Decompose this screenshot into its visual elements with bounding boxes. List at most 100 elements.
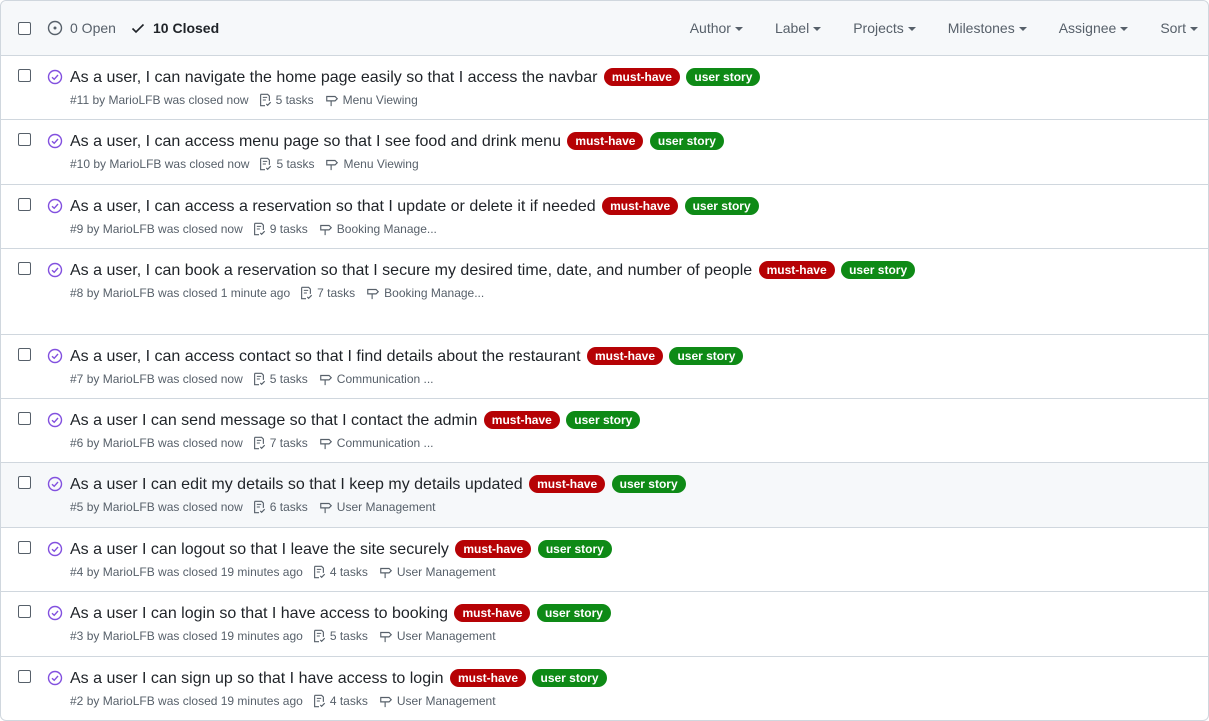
issue-row[interactable]: As a user, I can access menu page so tha… — [1, 120, 1208, 185]
issue-row[interactable]: As a user I can logout so that I leave t… — [1, 528, 1208, 592]
tasklist-icon — [313, 694, 325, 708]
label-user-story[interactable]: user story — [537, 540, 612, 558]
milestone-link[interactable]: Menu Viewing — [325, 157, 419, 171]
label-user-story[interactable]: user story — [686, 68, 761, 86]
check-icon — [131, 23, 145, 34]
issue-title-link[interactable]: As a user, I can access menu page so tha… — [70, 133, 561, 150]
issue-title-link[interactable]: As a user, I can book a reservation so t… — [70, 262, 752, 279]
label-filter[interactable]: Label — [775, 20, 822, 36]
issue-row[interactable]: As a user, I can navigate the home page … — [1, 56, 1208, 120]
issue-row[interactable]: As a user I can edit my details so that … — [1, 463, 1208, 528]
issue-checkbox[interactable] — [18, 198, 31, 211]
task-count: 5 tasks — [329, 629, 368, 643]
label-user-story[interactable]: user story — [649, 132, 724, 150]
task-progress[interactable]: 4 tasks — [312, 694, 368, 708]
task-progress[interactable]: 9 tasks — [252, 222, 308, 236]
label-user-story[interactable]: user story — [536, 604, 611, 622]
milestone-icon — [319, 224, 332, 236]
milestone-icon — [325, 95, 338, 107]
issue-row[interactable]: As a user, I can access a reservation so… — [1, 185, 1208, 249]
label-must-have[interactable]: must-have — [586, 347, 663, 365]
label-user-story[interactable]: user story — [566, 411, 641, 429]
issue-row[interactable]: As a user I can sign up so that I have a… — [1, 657, 1208, 720]
tasklist-icon — [313, 565, 325, 579]
label-must-have[interactable]: must-have — [529, 475, 606, 493]
label-must-have[interactable]: must-have — [567, 132, 644, 150]
label-must-have[interactable]: must-have — [603, 68, 680, 86]
closed-issues-tab[interactable]: 10 Closed — [130, 20, 219, 36]
milestone-name: User Management — [336, 500, 436, 514]
task-progress[interactable]: 5 tasks — [258, 157, 314, 171]
assignee-filter[interactable]: Assignee — [1059, 20, 1129, 36]
label-must-have[interactable]: must-have — [454, 604, 531, 622]
milestone-link[interactable]: User Management — [379, 629, 496, 643]
projects-filter[interactable]: Projects — [853, 20, 916, 36]
issue-checkbox[interactable] — [18, 605, 31, 618]
issue-row[interactable]: As a user I can login so that I have acc… — [1, 592, 1208, 657]
tasklist-icon — [260, 157, 272, 171]
issue-title-link[interactable]: As a user I can send message so that I c… — [70, 412, 477, 429]
closed-issues-label: 10 Closed — [153, 20, 220, 36]
milestone-icon — [319, 438, 332, 450]
issue-number: #5 — [70, 500, 84, 514]
task-progress[interactable]: 7 tasks — [252, 436, 308, 450]
sort-filter[interactable]: Sort — [1160, 20, 1198, 36]
issue-checkbox[interactable] — [18, 412, 31, 425]
issue-checkbox[interactable] — [18, 69, 31, 82]
label-user-story[interactable]: user story — [611, 475, 686, 493]
label-user-story[interactable]: user story — [532, 669, 607, 687]
issue-checkbox[interactable] — [18, 348, 31, 361]
milestone-name: Menu Viewing — [343, 157, 419, 171]
milestone-name: User Management — [396, 694, 496, 708]
task-count: 4 tasks — [329, 565, 368, 579]
caret-down-icon — [907, 27, 916, 31]
label-must-have[interactable]: must-have — [602, 197, 679, 215]
issue-row[interactable]: As a user, I can access contact so that … — [1, 335, 1208, 399]
issue-meta: by MarioLFB was closed 19 minutes ago — [86, 629, 303, 643]
issue-row[interactable]: As a user, I can book a reservation so t… — [1, 249, 1208, 335]
task-progress[interactable]: 4 tasks — [312, 565, 368, 579]
milestone-link[interactable]: User Management — [379, 694, 496, 708]
task-progress[interactable]: 5 tasks — [252, 372, 308, 386]
milestone-link[interactable]: Booking Manage... — [319, 222, 437, 236]
task-progress[interactable]: 6 tasks — [252, 500, 308, 514]
issue-title-link[interactable]: As a user, I can access contact so that … — [70, 348, 581, 365]
milestone-link[interactable]: User Management — [379, 565, 496, 579]
task-progress[interactable]: 5 tasks — [312, 629, 368, 643]
issue-title-link[interactable]: As a user I can logout so that I leave t… — [70, 541, 449, 558]
label-user-story[interactable]: user story — [841, 261, 916, 279]
label-user-story[interactable]: user story — [669, 347, 744, 365]
issue-number: #10 — [70, 157, 91, 171]
label-user-story[interactable]: user story — [684, 197, 759, 215]
select-all-checkbox[interactable] — [18, 22, 31, 35]
milestone-link[interactable]: User Management — [319, 500, 436, 514]
issue-checkbox[interactable] — [18, 133, 31, 146]
issue-number: #7 — [70, 372, 84, 386]
milestone-name: User Management — [396, 565, 496, 579]
issue-title-link[interactable]: As a user, I can navigate the home page … — [70, 69, 597, 86]
issue-row[interactable]: As a user I can send message so that I c… — [1, 399, 1208, 463]
issue-checkbox[interactable] — [18, 670, 31, 683]
issue-checkbox[interactable] — [18, 262, 31, 275]
milestone-link[interactable]: Menu Viewing — [325, 93, 418, 107]
label-must-have[interactable]: must-have — [758, 261, 835, 279]
milestones-filter[interactable]: Milestones — [948, 20, 1027, 36]
milestone-icon — [380, 696, 392, 708]
issue-rows: As a user, I can navigate the home page … — [1, 56, 1208, 720]
milestone-link[interactable]: Booking Manage... — [366, 286, 484, 300]
issue-title-link[interactable]: As a user I can sign up so that I have a… — [70, 670, 444, 687]
author-filter[interactable]: Author — [690, 20, 743, 36]
task-progress[interactable]: 5 tasks — [258, 93, 314, 107]
issue-title-link[interactable]: As a user, I can access a reservation so… — [70, 198, 596, 215]
label-must-have[interactable]: must-have — [483, 411, 560, 429]
task-progress[interactable]: 7 tasks — [299, 286, 355, 300]
label-must-have[interactable]: must-have — [450, 669, 527, 687]
milestone-link[interactable]: Communication ... — [319, 372, 434, 386]
milestone-link[interactable]: Communication ... — [319, 436, 434, 450]
issue-title-link[interactable]: As a user I can edit my details so that … — [70, 476, 523, 493]
issue-checkbox[interactable] — [18, 541, 31, 554]
issue-title-link[interactable]: As a user I can login so that I have acc… — [70, 605, 448, 622]
label-must-have[interactable]: must-have — [455, 540, 532, 558]
open-issues-tab[interactable]: 0 Open — [47, 20, 116, 36]
issue-checkbox[interactable] — [18, 476, 31, 489]
